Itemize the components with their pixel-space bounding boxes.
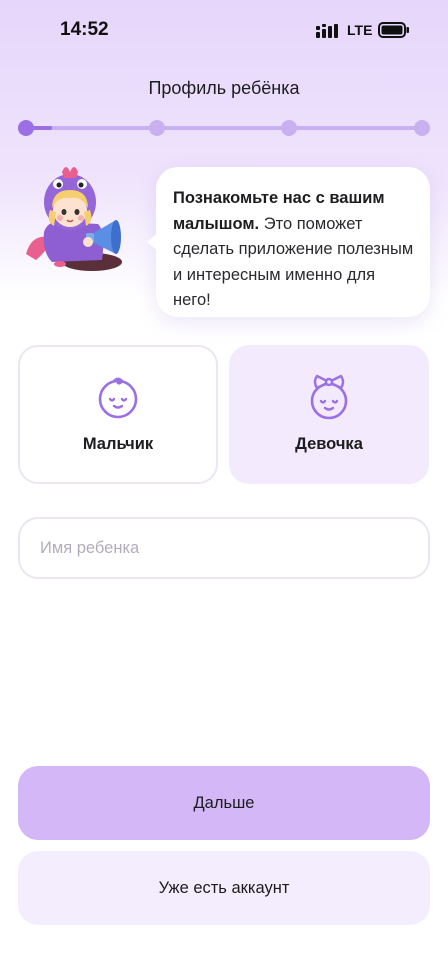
cellular-signal-icon bbox=[316, 24, 338, 38]
gender-label-boy: Мальчик bbox=[82, 435, 154, 453]
status-time: 14:52 bbox=[60, 19, 109, 40]
gender-label-girl: Девочка bbox=[295, 435, 363, 453]
gender-option-boy[interactable]: Мальчик bbox=[18, 345, 218, 484]
child-name-input[interactable] bbox=[18, 517, 430, 579]
battery-icon bbox=[378, 22, 409, 38]
intro-speech-bubble: Познакомьте нас с вашим малышом. Это пом… bbox=[147, 167, 430, 317]
status-bar: 14:52 LTE bbox=[0, 0, 448, 62]
mascot-illustration bbox=[26, 167, 122, 271]
baby-boy-face-icon bbox=[98, 377, 138, 419]
existing-account-button[interactable]: Уже есть аккаунт bbox=[18, 851, 430, 925]
next-button[interactable]: Дальше bbox=[18, 766, 430, 840]
bubble-tail bbox=[147, 233, 158, 251]
progress-step-4 bbox=[414, 120, 430, 136]
baby-girl-bow-icon bbox=[310, 374, 348, 420]
page-title: Профиль ребёнка bbox=[148, 78, 300, 98]
progress-step-2 bbox=[149, 120, 165, 136]
progress-track bbox=[26, 126, 423, 130]
network-type: LTE bbox=[347, 22, 373, 38]
progress-step-3 bbox=[281, 120, 297, 136]
progress-stepper bbox=[18, 118, 431, 138]
gender-option-girl[interactable]: Девочка bbox=[229, 345, 429, 484]
progress-step-1 bbox=[18, 120, 34, 136]
